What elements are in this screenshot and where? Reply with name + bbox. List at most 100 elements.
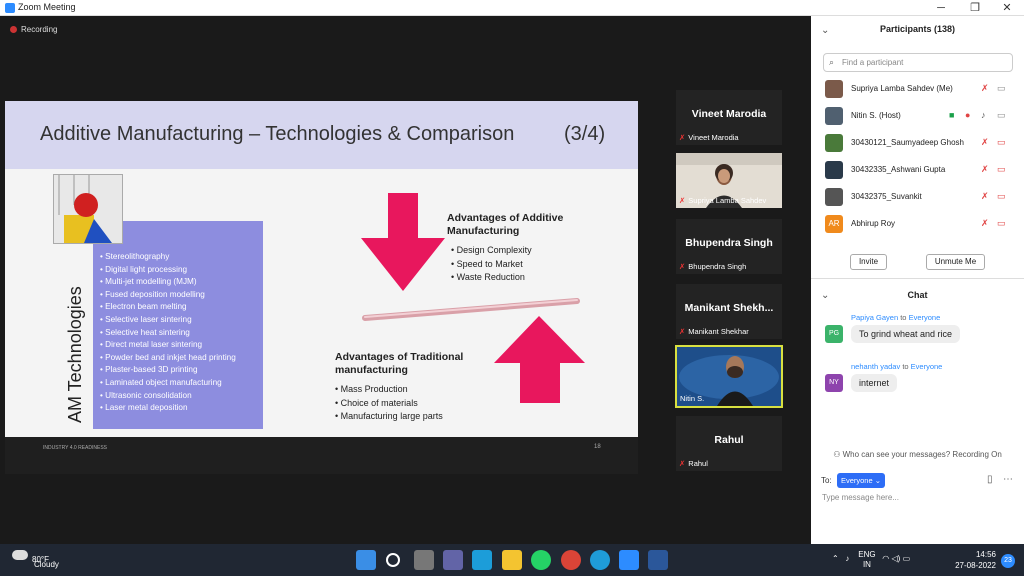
message-meta: Papiya Gayen to Everyone (851, 313, 941, 322)
list-item: • Selective heat sintering (100, 327, 190, 337)
panel-divider (811, 278, 1024, 279)
participants-header: Participants (138) (879, 24, 956, 34)
shared-slide: Additive Manufacturing – Technologies & … (5, 101, 638, 474)
message-text: To grind wheat and rice (851, 325, 961, 343)
whatsapp-icon[interactable] (531, 550, 551, 570)
mic-muted-icon: ✗ (981, 83, 989, 93)
system-tray[interactable]: ⌃ ♪ ENG IN ◠ ◁) ▭ (832, 550, 910, 570)
video-tile[interactable]: ✗ Supriya Lamba Sahdev (676, 153, 782, 208)
edge-icon[interactable] (590, 550, 610, 570)
people-icon: ⚇ (833, 450, 843, 459)
video-tile[interactable]: Rahul ✗ Rahul (676, 416, 782, 471)
avatar (825, 134, 843, 152)
task-view-icon[interactable] (414, 550, 434, 570)
message-text: internet (851, 374, 898, 392)
participant-search-input[interactable]: ⌕ Find a participant (823, 53, 1013, 72)
participant-row[interactable]: Supriya Lamba Sahdev (Me) ✗ ▭ (825, 79, 1015, 99)
file-icon[interactable]: ▯ (987, 474, 993, 485)
video-off-icon: ▭ (997, 137, 1006, 147)
avatar (825, 161, 843, 179)
chevron-up-icon: ⌃ (832, 554, 839, 563)
zoom-logo-icon (5, 3, 15, 13)
participant-row[interactable]: Nitin S. (Host) ■ ● ♪ ▭ (825, 106, 1015, 126)
taskbar: 80°F Cloudy ⌃ ♪ ENG IN ◠ ◁) ▭ 14:56 27-08-… (0, 544, 1024, 576)
windows-start-icon[interactable] (356, 550, 376, 570)
mic-muted-icon: ✗ (981, 164, 989, 174)
list-item: • Speed to Market (451, 258, 523, 269)
slide-page-label: (3/4) (564, 123, 606, 145)
list-item: • Manufacturing large parts (335, 411, 443, 421)
close-button[interactable]: ✕ (992, 1, 1022, 15)
recipient-select[interactable]: Everyone ⌄ (837, 473, 885, 488)
recording-icon: ● (965, 110, 971, 120)
tile-name-large: Bhupendra Singh (685, 237, 773, 249)
search-placeholder: Find a participant (842, 58, 904, 67)
list-item: • Plaster-based 3D printing (100, 365, 198, 375)
avatar (825, 188, 843, 206)
clock[interactable]: 14:56 27-08-2022 (950, 549, 996, 571)
more-icon[interactable]: ⋯ (1003, 474, 1013, 485)
list-item: • Stereolithography (100, 252, 170, 261)
list-item: • Selective laser sintering (100, 314, 192, 324)
recording-indicator[interactable]: Recording (10, 25, 57, 34)
am-image (53, 174, 123, 244)
slide-title: Additive Manufacturing – Technologies & … (40, 123, 515, 145)
mic-muted-icon: ✗ (679, 262, 686, 271)
file-explorer-icon[interactable] (502, 550, 522, 570)
notification-badge[interactable]: 23 (1001, 554, 1015, 568)
list-item: • Powder bed and inkjet head printing (100, 352, 236, 362)
search-icon: ⌕ (829, 57, 835, 67)
teams-icon[interactable] (443, 550, 463, 570)
tile-name: Nitin S. (680, 394, 705, 403)
participant-row[interactable]: 30432375_Suvankit ✗ ▭ (825, 187, 1015, 207)
participant-name: 30432375_Suvankit (851, 192, 922, 201)
footer-left: INDUSTRY 4.0 READINESS (43, 445, 108, 451)
avatar: AR (825, 215, 843, 233)
video-tile[interactable]: Bhupendra Singh ✗ Bhupendra Singh (676, 219, 782, 274)
footer-page-number: 18 (594, 444, 601, 450)
search-icon[interactable] (386, 553, 400, 567)
list-item: • Choice of materials (335, 397, 418, 408)
tile-name-large: Rahul (714, 434, 744, 446)
chrome-icon[interactable] (561, 550, 581, 570)
list-item: • Fused deposition modelling (100, 289, 205, 299)
recording-label: Recording (21, 25, 58, 34)
technologies-list: • Stereolithography • Digital light proc… (100, 251, 236, 415)
video-tile[interactable]: Manikant Shekh... ✗ Manikant Shekhar (676, 284, 782, 339)
list-item: • Multi-jet modelling (MJM) (100, 277, 197, 287)
chat-input[interactable]: Type message here... (822, 493, 899, 502)
mic-muted-icon: ✗ (679, 133, 686, 142)
participant-row[interactable]: 30432335_Ashwani Gupta ✗ ▭ (825, 160, 1015, 180)
mic-icon: ♪ (981, 110, 986, 120)
invite-button[interactable]: Invite (850, 254, 887, 270)
store-icon[interactable] (472, 550, 492, 570)
3d-shapes-icon (54, 175, 122, 243)
side-panel: ⌄ Participants (138) ⌕ Find a participan… (811, 16, 1024, 544)
down-arrow-icon (361, 193, 445, 291)
up-arrow-icon (494, 316, 585, 403)
video-off-icon: ▭ (997, 191, 1006, 201)
video-tile-active-speaker[interactable]: Nitin S. (675, 345, 783, 408)
mic-muted-icon: ✗ (981, 218, 989, 228)
tile-name: ✗ Vineet Marodia (679, 133, 739, 142)
weather-widget[interactable]: 80°F Cloudy (12, 550, 59, 569)
share-screen-icon: ■ (949, 110, 955, 120)
word-icon[interactable] (648, 550, 668, 570)
participant-name: 30432335_Ashwani Gupta (851, 165, 946, 174)
message-visibility-link[interactable]: ⚇ Who can see your messages? Recording O… (811, 450, 1024, 459)
minimize-button[interactable]: ─ (926, 1, 956, 15)
participant-row[interactable]: 30430121_Saumyadeep Ghosh ✗ ▭ (825, 133, 1015, 153)
am-technologies-label: AM Technologies (65, 286, 85, 423)
record-dot-icon (10, 26, 17, 33)
unmute-me-button[interactable]: Unmute Me (926, 254, 985, 270)
zoom-icon[interactable] (619, 550, 639, 570)
participant-name: Abhirup Roy (851, 219, 896, 228)
additive-list: • Design Complexity • Speed to Market • … (451, 244, 532, 285)
video-tile[interactable]: Vineet Marodia ✗ Vineet Marodia (676, 90, 782, 145)
volume-icon: ◁) (891, 554, 901, 563)
participant-row[interactable]: AR Abhirup Roy ✗ ▭ (825, 214, 1015, 234)
video-off-icon: ▭ (997, 218, 1006, 228)
tile-name-large: Vineet Marodia (691, 108, 767, 120)
restore-button[interactable]: ❐ (960, 1, 990, 15)
list-item: • Electron beam melting (100, 302, 187, 312)
